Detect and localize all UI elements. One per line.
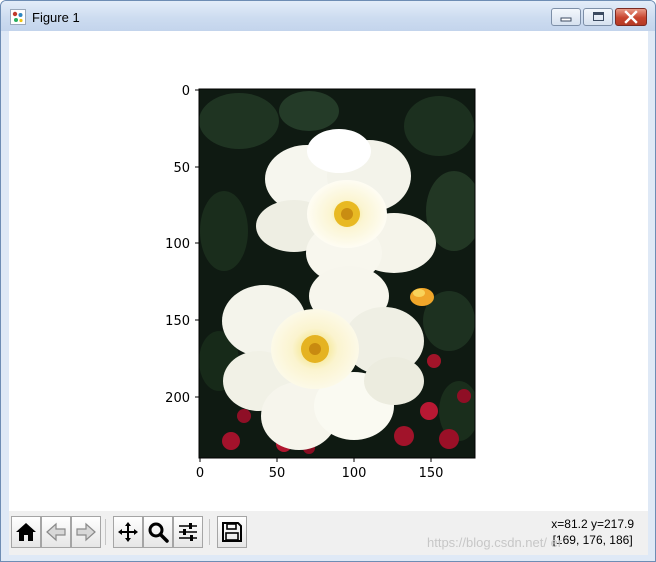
navigation-toolbar: x=81.2 y=217.9 [169, 176, 186] https://b… (9, 511, 648, 555)
x-tick-label: 50 (269, 466, 286, 481)
save-button[interactable] (217, 516, 247, 548)
x-tick-label: 150 (419, 466, 444, 481)
window-title: Figure 1 (32, 10, 80, 25)
coords-pixel-value: [169, 176, 186] (552, 533, 633, 547)
figure-window: Figure 1 0 50 100 150 200 0 50 100 150 x… (0, 0, 656, 562)
coords-position: x=81.2 y=217.9 (551, 517, 634, 531)
zoom-icon (148, 522, 169, 543)
save-icon (222, 522, 242, 542)
home-icon (16, 523, 36, 541)
maximize-icon (593, 12, 604, 21)
pan-button[interactable] (113, 516, 143, 548)
forward-button[interactable] (71, 516, 101, 548)
maximize-button[interactable] (583, 8, 613, 26)
y-tick-label: 150 (165, 314, 190, 329)
title-bar[interactable]: Figure 1 (1, 1, 655, 31)
sliders-icon (179, 523, 197, 541)
back-arrow-icon (46, 522, 66, 542)
cursor-coordinates: x=81.2 y=217.9 [169, 176, 186] (551, 516, 634, 548)
x-tick-label: 100 (342, 466, 367, 481)
minimize-icon (560, 17, 572, 22)
toolbar-separator (209, 519, 210, 545)
forward-arrow-icon (76, 522, 96, 542)
matplotlib-figure-icon (10, 9, 26, 25)
configure-subplots-button[interactable] (173, 516, 203, 548)
x-axis: 0 50 100 150 (196, 458, 444, 481)
home-button[interactable] (11, 516, 41, 548)
plot-axes[interactable]: 0 50 100 150 200 0 50 100 150 (9, 31, 648, 511)
zoom-button[interactable] (143, 516, 173, 548)
y-tick-label: 0 (182, 84, 190, 99)
y-tick-label: 200 (165, 391, 190, 406)
x-tick-label: 0 (196, 466, 204, 481)
pan-icon (118, 522, 138, 542)
y-tick-label: 100 (165, 237, 190, 252)
flower-image (199, 89, 475, 458)
minimize-button[interactable] (551, 8, 581, 26)
back-button[interactable] (41, 516, 71, 548)
toolbar-separator (105, 519, 106, 545)
watermark-text: https://blog.csdn.net/ er (427, 535, 563, 550)
close-button[interactable] (615, 8, 647, 26)
y-tick-label: 50 (173, 161, 190, 176)
close-icon (624, 10, 638, 24)
figure-canvas[interactable]: 0 50 100 150 200 0 50 100 150 (9, 31, 648, 511)
y-axis: 0 50 100 150 200 (165, 84, 199, 406)
